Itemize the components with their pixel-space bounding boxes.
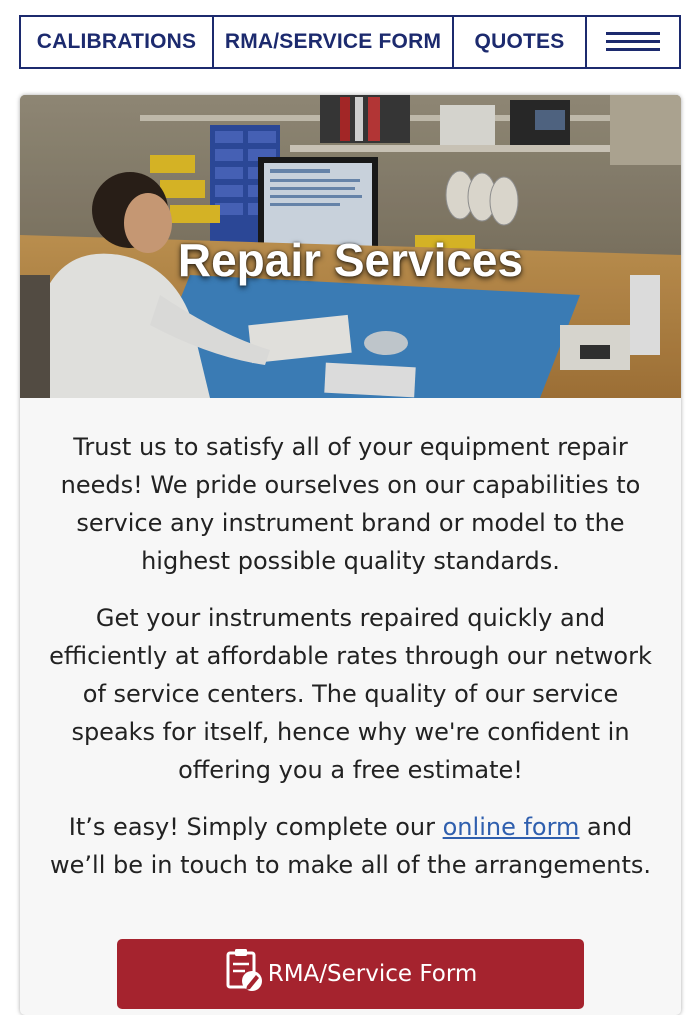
hero-banner: Repair Services [20,95,681,398]
nav-rma-service-form[interactable]: RMA/SERVICE FORM [214,17,454,67]
page-title: Repair Services [177,234,524,286]
rma-service-form-label: RMA/Service Form [267,961,478,987]
top-navigation: CALIBRATIONS RMA/SERVICE FORM QUOTES [19,15,681,69]
online-form-link[interactable]: online form [443,813,580,841]
menu-button[interactable] [587,17,679,67]
form-pen-icon [226,949,262,991]
repair-services-card: Repair Services Trust us to satisfy all … [20,95,681,1015]
rma-service-form-button[interactable]: RMA/Service Form [117,939,584,1009]
intro-paragraph: Trust us to satisfy all of your equipmen… [60,433,641,575]
form-paragraph-text-start: It’s easy! Simply complete our [68,813,443,841]
service-paragraph: Get your instruments repaired quickly an… [49,604,652,784]
hamburger-menu-icon [606,31,660,53]
content-section: Trust us to satisfy all of your equipmen… [20,398,681,884]
nav-quotes[interactable]: QUOTES [454,17,587,67]
nav-calibrations[interactable]: CALIBRATIONS [21,17,214,67]
form-paragraph: It’s easy! Simply complete our online fo… [46,808,655,884]
